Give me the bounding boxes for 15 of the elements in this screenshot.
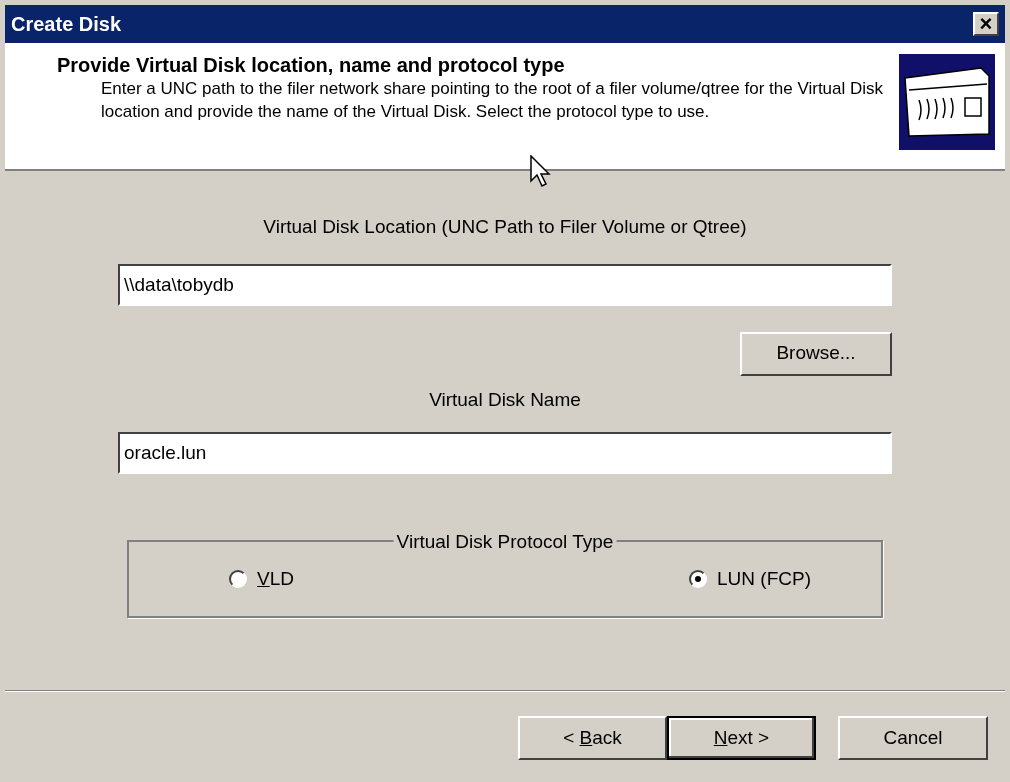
name-label: Virtual Disk Name (429, 387, 581, 412)
name-field[interactable]: oracle.lun (118, 432, 892, 474)
location-label: Virtual Disk Location (UNC Path to Filer Volume or Qtree) (263, 215, 747, 239)
window-title: Create Disk (11, 12, 122, 37)
protocol-radio[interactable]: VLD (229, 564, 294, 594)
next-button[interactable]: Next > (667, 716, 816, 760)
location-field[interactable]: \\data\tobydb (118, 263, 892, 306)
disk-drive-icon (899, 54, 995, 150)
protocol-radio[interactable]: LUN (FCP) (689, 564, 811, 594)
close-button[interactable]: × (973, 12, 999, 36)
back-button[interactable]: < Back (518, 716, 667, 760)
browse-button[interactable]: Browse... (740, 331, 892, 376)
header-title: Provide Virtual Disk location, name and protocol type (57, 53, 566, 77)
header-description: Enter a UNC path to the filer network share pointing to the root of a filer volume/qtree for the Virtual Disk location and provide the name of the Virtual Disk. Select the protocol type to use. (100, 78, 885, 123)
cancel-button[interactable]: Cancel (838, 716, 988, 760)
